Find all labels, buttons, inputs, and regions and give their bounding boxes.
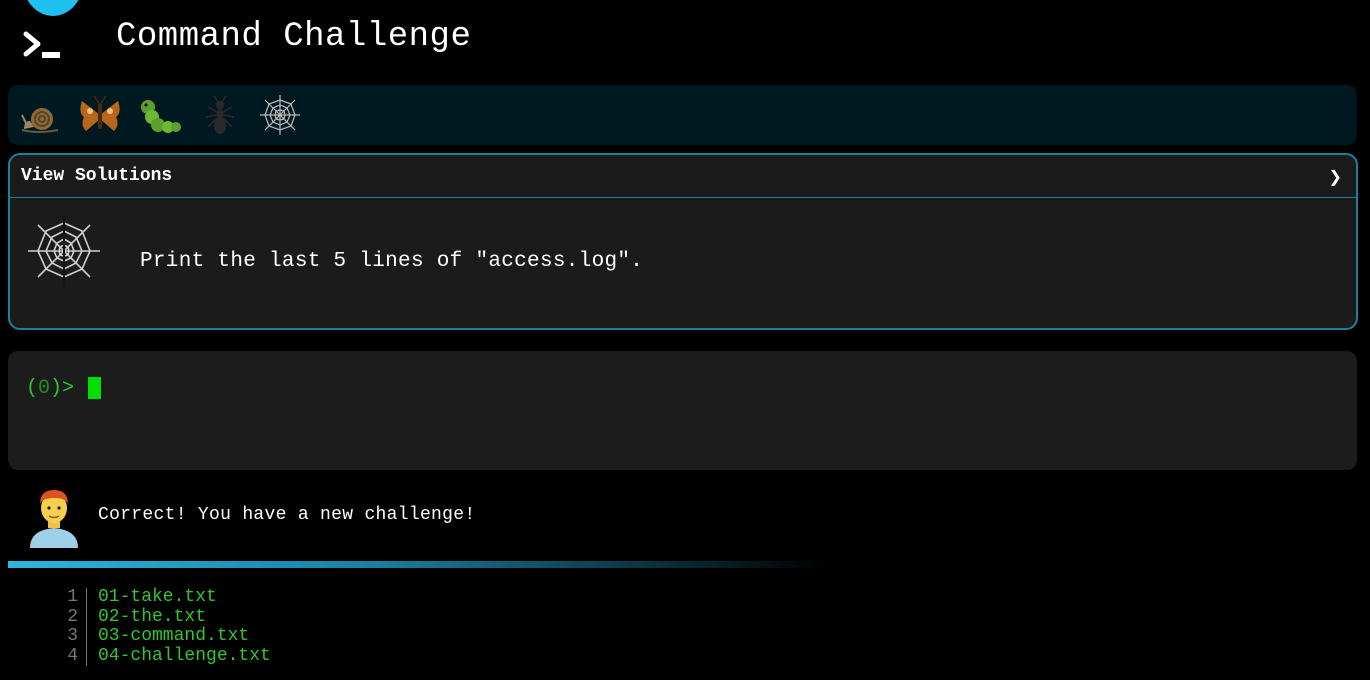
- line-number: 2: [56, 607, 87, 627]
- logo-arc: [22, 0, 84, 16]
- prompt-open: (: [26, 377, 39, 400]
- file-name: 02-the.txt: [98, 606, 207, 627]
- level-snail[interactable]: [18, 93, 62, 137]
- challenge-panel: View Solutions ❯ Print the last 5 lines …: [8, 153, 1358, 330]
- level-bar: [8, 85, 1357, 145]
- prompt-count: 0: [38, 377, 51, 400]
- file-name: 04-challenge.txt: [98, 645, 271, 666]
- divider: [8, 561, 828, 568]
- caterpillar-icon: [141, 100, 181, 133]
- view-solutions-label: View Solutions: [21, 166, 173, 186]
- line-number: 4: [56, 646, 87, 666]
- moth-icon: [80, 95, 120, 131]
- line-number: 1: [56, 587, 87, 608]
- chevron-right-icon: ❯: [1328, 166, 1342, 191]
- level-ant[interactable]: [198, 93, 242, 137]
- avatar: [30, 490, 78, 548]
- list-item: 2 02-the.txt: [56, 606, 271, 627]
- snail-icon: [21, 108, 58, 133]
- file-list: 1 01-take.txt 2 02-the.txt 3 03-command.…: [56, 587, 271, 666]
- spider-web-icon: [28, 215, 100, 287]
- terminal-prompt-icon: [23, 31, 60, 58]
- logo[interactable]: [18, 0, 86, 70]
- terminal-prompt: (0)>: [26, 377, 74, 400]
- level-moth[interactable]: [78, 93, 122, 137]
- terminal-cursor[interactable]: [88, 377, 101, 399]
- list-item: 3 03-command.txt: [56, 626, 271, 647]
- view-solutions-toggle[interactable]: View Solutions ❯: [10, 155, 1356, 198]
- page-title: Command Challenge: [116, 18, 472, 56]
- list-item: 1 01-take.txt: [56, 587, 271, 608]
- ant-icon: [205, 95, 235, 134]
- level-caterpillar[interactable]: [138, 93, 182, 137]
- challenge-description: Print the last 5 lines of "access.log".: [140, 250, 644, 273]
- list-item: 4 04-challenge.txt: [56, 645, 271, 666]
- prompt-close: )>: [50, 377, 75, 400]
- file-name: 01-take.txt: [98, 587, 217, 607]
- feedback-message: Correct! You have a new challenge!: [98, 505, 476, 525]
- header: Command Challenge: [0, 0, 1370, 80]
- line-number: 3: [56, 626, 87, 647]
- file-name: 03-command.txt: [98, 626, 250, 646]
- spider-web-icon: [260, 95, 300, 135]
- terminal[interactable]: (0)>: [8, 351, 1357, 470]
- level-spider-web[interactable]: [258, 93, 302, 137]
